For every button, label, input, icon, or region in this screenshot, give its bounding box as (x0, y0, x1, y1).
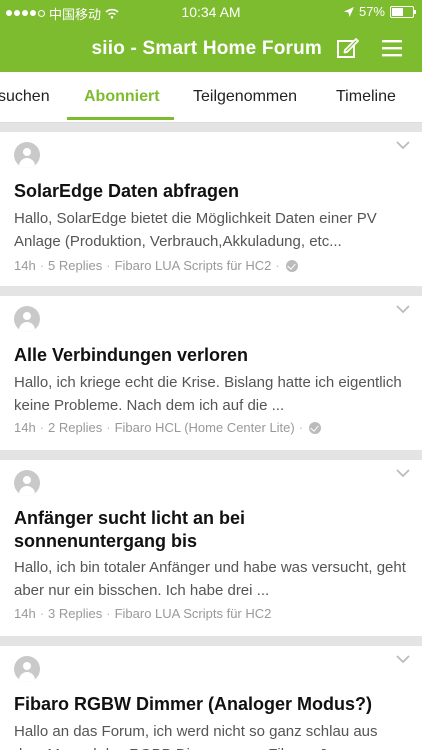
status-bar: 中国移动 10:34 AM 57% (0, 0, 422, 24)
avatar[interactable] (14, 470, 40, 496)
post-card[interactable]: Anfänger sucht licht an bei sonnenunterg… (0, 460, 422, 636)
avatar[interactable] (14, 656, 40, 682)
compose-icon[interactable] (336, 36, 360, 60)
location-arrow-icon (343, 6, 354, 17)
post-time: 14h (14, 258, 36, 273)
avatar[interactable] (14, 306, 40, 332)
chevron-down-icon[interactable] (396, 654, 410, 664)
app-header: siio - Smart Home Forum (0, 28, 422, 68)
chevron-down-icon[interactable] (396, 140, 410, 150)
post-forum[interactable]: Fibaro LUA Scripts für HC2 (115, 258, 272, 273)
tab-teilgenommen[interactable]: Teilgenommen (193, 88, 297, 106)
tab-abonniert[interactable]: Abonniert (84, 88, 160, 106)
post-forum[interactable]: Fibaro HCL (Home Center Lite) (115, 420, 295, 435)
menu-icon[interactable] (380, 36, 404, 60)
post-excerpt: Hallo, ich bin totaler Anfänger und habe… (14, 559, 406, 599)
post-card[interactable]: Alle Verbindungen verloren Hallo, ich kr… (0, 296, 422, 450)
battery-icon (390, 5, 416, 18)
verified-icon (285, 259, 298, 272)
tab-timeline[interactable]: Timeline (336, 88, 396, 106)
post-title[interactable]: Fibaro RGBW Dimmer (Analoger Modus?) (14, 693, 409, 716)
post-title[interactable]: SolarEdge Daten abfragen (14, 180, 409, 203)
post-excerpt: Hallo an das Forum, ich werd nicht so ga… (14, 723, 378, 750)
active-tab-indicator (67, 117, 174, 120)
post-card[interactable]: Fibaro RGBW Dimmer (Analoger Modus?) Hal… (0, 646, 422, 750)
tab-bar: suchen Abonniert Teilgenommen Timeline (0, 72, 422, 123)
tab-suchen[interactable]: suchen (0, 88, 50, 106)
post-replies: 3 Replies (48, 606, 103, 621)
post-title[interactable]: Alle Verbindungen verloren (14, 344, 409, 367)
post-meta: 14h · 3 Replies · Fibaro LUA Scripts für H… (14, 606, 272, 621)
post-forum[interactable]: Fibaro LUA Scripts für HC2 (115, 606, 272, 621)
avatar[interactable] (14, 142, 40, 168)
chevron-down-icon[interactable] (396, 304, 410, 314)
post-title[interactable]: Anfänger sucht licht an bei sonnenunterg… (14, 507, 314, 553)
post-excerpt: Hallo, ich kriege echt die Krise. Bislan… (14, 374, 402, 414)
post-meta: 14h · 5 Replies · Fibaro LUA Scripts für H… (14, 258, 298, 273)
post-card[interactable]: SolarEdge Daten abfragen Hallo, SolarEdg… (0, 132, 422, 286)
status-right: 57% (343, 4, 416, 19)
battery-percent: 57% (358, 4, 385, 19)
post-replies: 5 Replies (48, 258, 103, 273)
page-title: siio - Smart Home Forum (91, 38, 322, 59)
post-time: 14h (14, 420, 36, 435)
post-excerpt: Hallo, SolarEdge bietet die Möglichkeit … (14, 210, 377, 250)
chevron-down-icon[interactable] (396, 468, 410, 478)
post-replies: 2 Replies (48, 420, 103, 435)
top-bar: 中国移动 10:34 AM 57% siio - Smart Home Foru… (0, 0, 422, 72)
post-meta: 14h · 2 Replies · Fibaro HCL (Home Center … (14, 420, 322, 435)
post-time: 14h (14, 606, 36, 621)
verified-icon (309, 421, 322, 434)
